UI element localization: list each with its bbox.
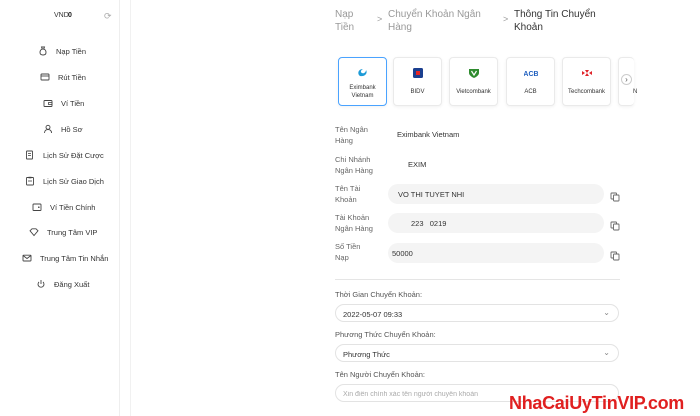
- bank-card-techcombank[interactable]: Techcombank: [562, 57, 611, 106]
- sidebar-item-label: Nạp Tiền: [56, 46, 87, 56]
- refresh-icon[interactable]: ⟳: [104, 11, 112, 22]
- amount-field: 50000: [388, 243, 604, 263]
- bank-card-eximbank[interactable]: Eximbank Vietnam: [338, 57, 387, 106]
- wallet-icon: [32, 202, 42, 212]
- copy-icon[interactable]: [610, 248, 620, 261]
- sidebar: VND 0 ⟳ Nạp Tiền Rút Tiền Ví Tiền Hồ Sơ …: [0, 0, 120, 416]
- user-icon: [43, 124, 53, 134]
- bank-name-value: Eximbank Vietnam: [397, 130, 460, 139]
- account-name-label: Tên Tài Khoản: [335, 184, 361, 204]
- bank-card-acb[interactable]: ACB ACB: [506, 57, 555, 106]
- breadcrumb-step-bank-transfer[interactable]: Chuyển Khoản Ngân Hàng: [388, 8, 481, 34]
- section-divider: [335, 279, 620, 280]
- bank-name: Techcombank: [567, 89, 606, 95]
- sidebar-item-label: Trung Tâm Tin Nhắn: [40, 253, 109, 263]
- bank-card-bidv[interactable]: BIDV: [393, 57, 442, 106]
- sidebar-item-label: Lịch Sử Đặt Cược: [43, 150, 104, 160]
- sidebar-item-vip[interactable]: Trung Tâm VIP: [0, 223, 120, 241]
- bank-name: Vietcombank: [456, 89, 491, 95]
- transfer-time-picker[interactable]: 2022-05-07 09:33 ⌄: [335, 304, 619, 322]
- breadcrumb-step-transfer-info: Thông Tin Chuyển Khoản: [514, 9, 596, 33]
- power-icon: [36, 279, 46, 289]
- bank-name-label: Tên Ngân Hàng: [335, 125, 368, 145]
- branch-value: EXIM: [408, 160, 427, 169]
- sidebar-item-label: Đăng Xuất: [54, 279, 90, 289]
- copy-icon[interactable]: [610, 189, 620, 202]
- breadcrumb-step-deposit[interactable]: Nạp Tiền: [335, 8, 354, 34]
- sidebar-item-label: Trung Tâm VIP: [47, 227, 98, 237]
- breadcrumb-separator: >: [377, 14, 383, 24]
- sidebar-item-label: Rút Tiền: [58, 72, 86, 82]
- mail-icon: [22, 253, 32, 263]
- branch-label: Chi Nhánh Ngân Hàng: [335, 155, 373, 175]
- acb-logo-icon: ACB: [524, 67, 538, 79]
- account-number-value: 223 0219: [411, 219, 447, 228]
- transfer-time-value: 2022-05-07 09:33: [343, 310, 403, 319]
- chevron-down-icon: ⌄: [603, 348, 610, 357]
- techcombank-logo-icon: [580, 67, 594, 79]
- document-icon: [25, 150, 35, 160]
- amount-label: Số Tiền Nạp: [335, 242, 361, 262]
- eximbank-logo-icon: [356, 67, 370, 79]
- sidebar-item-label: Ví Tiền Chính: [50, 202, 96, 212]
- bank-name: ACB: [524, 89, 537, 95]
- site-watermark: NhaCaiUyTinVIP.com: [509, 393, 684, 413]
- diamond-icon: [29, 227, 39, 237]
- sidebar-item-deposit[interactable]: Nạp Tiền: [0, 42, 120, 60]
- sidebar-item-messages[interactable]: Trung Tâm Tin Nhắn: [0, 249, 120, 267]
- balance-currency: VND: [54, 12, 69, 19]
- balance-display: VND 0 ⟳: [0, 11, 120, 24]
- clipboard-icon: [25, 176, 35, 186]
- bidv-logo-icon: [411, 67, 425, 79]
- bank-name: BIDV: [410, 89, 425, 95]
- wallet-icon: [43, 98, 53, 108]
- sidebar-item-main-wallet[interactable]: Ví Tiền Chính: [0, 198, 120, 216]
- copy-icon[interactable]: [610, 218, 620, 231]
- sidebar-item-wallet[interactable]: Ví Tiền: [0, 94, 120, 112]
- account-number-field: 223 0219: [388, 213, 604, 233]
- bank-name: Eximbank Vietnam: [349, 85, 376, 99]
- breadcrumb-separator: >: [503, 14, 509, 24]
- transfer-method-value: Phương Thức: [343, 350, 390, 359]
- sidebar-item-withdraw[interactable]: Rút Tiền: [0, 68, 120, 86]
- money-bag-icon: [38, 46, 48, 56]
- sidebar-item-bet-history[interactable]: Lịch Sử Đặt Cược: [0, 146, 120, 164]
- content-divider: [130, 0, 131, 416]
- vietcombank-logo-icon: [467, 67, 481, 79]
- bank-card-vietcombank[interactable]: Vietcombank: [449, 57, 498, 106]
- sidebar-item-logout[interactable]: Đăng Xuất: [0, 275, 120, 293]
- account-name-value: VO THI TUYET NHI: [398, 190, 465, 199]
- sender-name-label: Tên Người Chuyển Khoản:: [335, 370, 425, 379]
- sidebar-item-profile[interactable]: Hồ Sơ: [0, 120, 120, 138]
- transfer-method-label: Phương Thức Chuyển Khoản:: [335, 330, 436, 339]
- card-icon: [40, 72, 50, 82]
- transfer-method-select[interactable]: Phương Thức ⌄: [335, 344, 619, 362]
- chevron-down-icon: ⌄: [603, 308, 610, 317]
- transfer-time-label: Thời Gian Chuyển Khoản:: [335, 290, 423, 299]
- sidebar-item-label: Hồ Sơ: [61, 124, 83, 134]
- chevron-right-icon[interactable]: ›: [621, 74, 632, 85]
- sidebar-item-label: Ví Tiền: [61, 98, 85, 108]
- balance-amount: 0: [68, 12, 72, 19]
- account-number-label: Tài Khoản Ngân Hàng: [335, 213, 373, 233]
- account-name-field: VO THI TUYET NHI: [388, 184, 604, 204]
- sidebar-item-label: Lịch Sử Giao Dịch: [43, 176, 104, 186]
- amount-value: 50000: [392, 249, 413, 258]
- svg-text:ACB: ACB: [524, 71, 538, 78]
- sidebar-item-transaction-history[interactable]: Lịch Sử Giao Dịch: [0, 172, 120, 190]
